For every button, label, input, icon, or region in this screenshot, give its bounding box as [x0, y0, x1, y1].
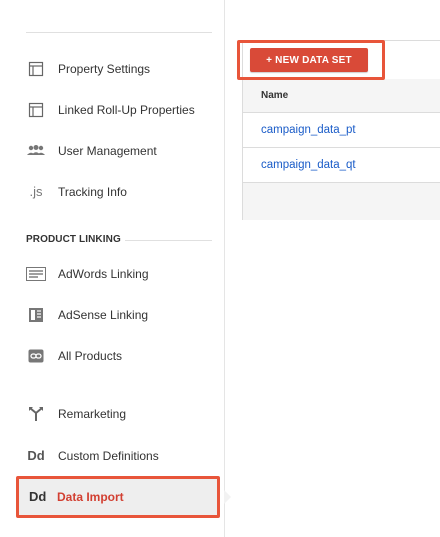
sidebar-item-label: AdSense Linking	[58, 307, 149, 322]
sidebar-item-label: Property Settings	[58, 61, 151, 76]
sidebar-item-label: User Management	[58, 143, 157, 158]
sidebar-item-data-import[interactable]: Dd Data Import	[16, 476, 220, 518]
column-header-name[interactable]: Name	[243, 79, 440, 113]
sidebar-item-all-products[interactable]: All Products	[0, 335, 224, 376]
table-row[interactable]: campaign_data_qt	[243, 148, 440, 183]
new-data-set-button[interactable]: + NEW DATA SET	[250, 48, 368, 72]
divider	[125, 240, 212, 241]
table-footer	[243, 183, 440, 220]
sidebar-item-label: Custom Definitions	[58, 448, 159, 463]
section-header-product-linking: PRODUCT LINKING	[26, 234, 121, 245]
linked-rollup-icon	[26, 100, 46, 120]
users-icon	[26, 141, 46, 161]
remarketing-icon	[26, 404, 46, 424]
sidebar-item-label: All Products	[58, 348, 123, 363]
sidebar-item-custom-definitions[interactable]: Dd Custom Definitions	[0, 435, 224, 476]
sidebar-item-label: Linked Roll-Up Properties	[58, 102, 195, 117]
link-icon	[26, 346, 46, 366]
sidebar-item-label: Tracking Info	[58, 184, 127, 199]
sidebar-item-property-settings[interactable]: Property Settings	[0, 48, 224, 89]
adwords-icon	[26, 264, 46, 284]
sidebar-item-remarketing[interactable]: Remarketing	[0, 393, 224, 434]
sidebar-item-adsense-linking[interactable]: AdSense Linking	[0, 294, 224, 335]
dd-icon: Dd	[29, 489, 47, 504]
sidebar-item-user-management[interactable]: User Management	[0, 130, 224, 171]
active-indicator-arrow	[224, 490, 231, 504]
divider	[26, 32, 212, 33]
property-settings-icon	[26, 59, 46, 79]
sidebar-item-adwords-linking[interactable]: AdWords Linking	[0, 253, 224, 294]
sidebar-item-linked-rollup[interactable]: Linked Roll-Up Properties	[0, 89, 224, 130]
sidebar: Property Settings Linked Roll-Up Propert…	[0, 0, 225, 537]
sidebar-item-label: AdWords Linking	[58, 266, 149, 281]
sidebar-item-label: Remarketing	[58, 406, 127, 421]
sidebar-item-label: Data Import	[57, 490, 124, 504]
table-row[interactable]: campaign_data_pt	[243, 113, 440, 148]
js-icon: .js	[29, 184, 43, 199]
sidebar-item-tracking-info[interactable]: .js Tracking Info	[0, 171, 224, 212]
dd-icon: Dd	[27, 448, 45, 463]
adsense-icon	[26, 305, 46, 325]
